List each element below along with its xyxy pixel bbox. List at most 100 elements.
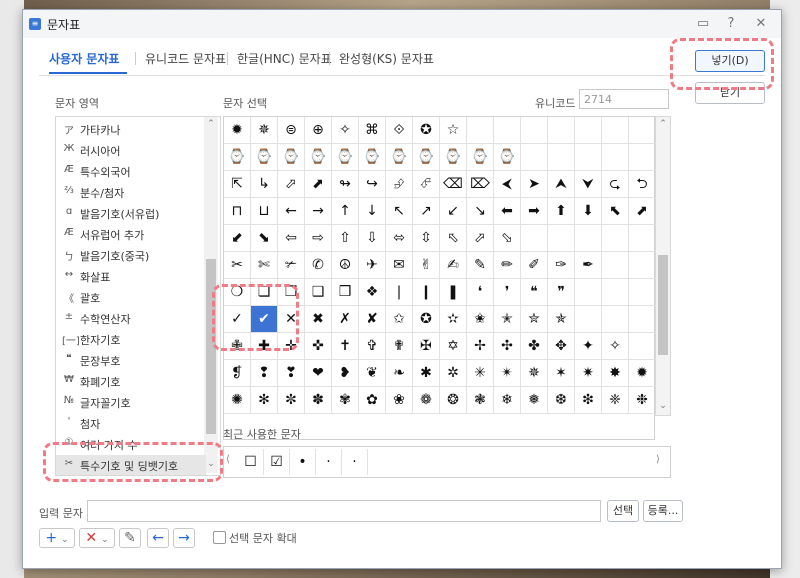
char-cell[interactable]: ✫ bbox=[440, 306, 467, 333]
char-cell[interactable]: ✍ bbox=[440, 252, 467, 279]
char-cell[interactable]: ✽ bbox=[305, 387, 332, 414]
input-char-field[interactable] bbox=[87, 500, 601, 522]
char-cell[interactable]: ↳ bbox=[251, 171, 278, 198]
char-cell[interactable]: ⬀ bbox=[278, 171, 305, 198]
char-cell[interactable]: ✼ bbox=[278, 387, 305, 414]
add-button[interactable]: + ⌄ bbox=[39, 528, 75, 548]
char-cell[interactable]: ✦ bbox=[575, 333, 602, 360]
char-cell[interactable]: ✻ bbox=[251, 387, 278, 414]
char-cell[interactable]: ✓ bbox=[224, 306, 251, 333]
char-grid-scrollbar[interactable]: ⌃ ⌄ bbox=[655, 116, 671, 416]
char-cell[interactable] bbox=[467, 117, 494, 144]
char-cell[interactable]: ⬈ bbox=[305, 171, 332, 198]
char-cell[interactable]: ❞ bbox=[548, 279, 575, 306]
char-cell[interactable] bbox=[629, 279, 656, 306]
char-cell[interactable]: ✚ bbox=[251, 333, 278, 360]
char-cell[interactable]: ❐ bbox=[278, 279, 305, 306]
area-item[interactable]: 《 괄호 bbox=[56, 287, 206, 307]
char-cell[interactable]: ❥ bbox=[332, 360, 359, 387]
char-cell[interactable]: ⌦ bbox=[467, 171, 494, 198]
char-cell[interactable]: ❙ bbox=[413, 279, 440, 306]
char-cell[interactable]: ❢ bbox=[251, 360, 278, 387]
char-cell[interactable] bbox=[548, 225, 575, 252]
char-cell[interactable]: ⇨ bbox=[305, 225, 332, 252]
char-cell[interactable]: ✪ bbox=[413, 306, 440, 333]
char-cell[interactable]: ✢ bbox=[467, 333, 494, 360]
char-cell[interactable]: ⮟ bbox=[575, 171, 602, 198]
area-item[interactable]: Ж 러시아어 bbox=[56, 140, 206, 160]
char-cell[interactable]: ✧ bbox=[332, 117, 359, 144]
char-cell[interactable] bbox=[602, 279, 629, 306]
char-cell[interactable]: ⇦ bbox=[278, 225, 305, 252]
char-cell[interactable]: ⬆ bbox=[548, 198, 575, 225]
char-cell[interactable]: ❦ bbox=[359, 360, 386, 387]
char-cell[interactable]: ➡ bbox=[521, 198, 548, 225]
char-cell[interactable] bbox=[575, 306, 602, 333]
char-cell[interactable]: ⬈ bbox=[629, 198, 656, 225]
char-cell[interactable]: ✿ bbox=[359, 387, 386, 414]
tab-ks-charmap[interactable]: 완성형(KS) 문자표 bbox=[339, 50, 434, 67]
char-cell[interactable]: ⇩ bbox=[359, 225, 386, 252]
area-item[interactable]: ± 수학연산자 bbox=[56, 308, 206, 328]
recent-chars[interactable]: ⟨ ⟩ ☐ ☑ • · · bbox=[223, 446, 671, 478]
recent-prev-icon[interactable]: ⟨ bbox=[226, 454, 230, 465]
char-cell[interactable]: ⮝ bbox=[548, 171, 575, 198]
char-cell[interactable]: ✑ bbox=[548, 252, 575, 279]
char-cell[interactable]: ✾ bbox=[332, 387, 359, 414]
char-cell[interactable]: ✣ bbox=[494, 333, 521, 360]
char-cell[interactable]: ❏ bbox=[251, 279, 278, 306]
area-item[interactable]: Æ 특수외국어 bbox=[56, 161, 206, 181]
char-cell[interactable]: ✮ bbox=[521, 306, 548, 333]
char-cell[interactable]: ✧ bbox=[602, 333, 629, 360]
char-cell[interactable]: ❧ bbox=[386, 360, 413, 387]
char-cell[interactable] bbox=[602, 117, 629, 144]
char-cell[interactable]: ⌚ bbox=[494, 144, 521, 171]
char-cell[interactable]: ❈ bbox=[602, 387, 629, 414]
char-cell[interactable]: ✈ bbox=[359, 252, 386, 279]
area-item[interactable]: ɑ 발음기호(서유럽) bbox=[56, 203, 206, 223]
char-cell[interactable] bbox=[602, 252, 629, 279]
char-cell[interactable] bbox=[602, 225, 629, 252]
char-cell[interactable]: ✂ bbox=[224, 252, 251, 279]
char-cell[interactable]: ✶ bbox=[548, 360, 575, 387]
area-item[interactable]: ❝ 문장부호 bbox=[56, 350, 206, 370]
area-item[interactable]: ア 가타카나 bbox=[56, 119, 206, 139]
close-icon[interactable]: ✕ bbox=[751, 14, 771, 34]
char-cell[interactable]: ⮎ bbox=[602, 171, 629, 198]
char-cell[interactable]: ⌚ bbox=[224, 144, 251, 171]
char-cell[interactable]: ↬ bbox=[332, 171, 359, 198]
char-cell[interactable]: ✵ bbox=[521, 360, 548, 387]
char-cell[interactable] bbox=[575, 225, 602, 252]
char-cell[interactable]: ❑ bbox=[305, 279, 332, 306]
char-cell[interactable]: ❄ bbox=[494, 387, 521, 414]
grid-scroll-down-icon[interactable]: ⌄ bbox=[656, 399, 670, 413]
area-item[interactable]: ' 첨자 bbox=[56, 413, 206, 433]
char-cell[interactable]: ✉ bbox=[386, 252, 413, 279]
zoom-selected-checkbox[interactable] bbox=[213, 531, 226, 544]
char-cell[interactable]: ❇ bbox=[575, 387, 602, 414]
char-cell[interactable]: ⮵ bbox=[386, 171, 413, 198]
char-cell[interactable]: ❘ bbox=[386, 279, 413, 306]
char-cell[interactable]: ⌚ bbox=[278, 144, 305, 171]
char-cell[interactable]: ↙ bbox=[440, 198, 467, 225]
char-cell[interactable]: ✠ bbox=[413, 333, 440, 360]
char-cell[interactable] bbox=[602, 144, 629, 171]
recent-char-cell[interactable]: · bbox=[342, 449, 368, 475]
char-cell[interactable]: ⊔ bbox=[251, 198, 278, 225]
delete-button[interactable]: ✕ ⌄ bbox=[79, 528, 115, 548]
char-cell[interactable] bbox=[629, 333, 656, 360]
char-cell[interactable]: ✌ bbox=[413, 252, 440, 279]
char-cell[interactable]: ⌚ bbox=[467, 144, 494, 171]
char-cell[interactable]: ❒ bbox=[332, 279, 359, 306]
char-grid[interactable]: ✹ ✵ ⊜ ⊕ ✧ ⌘ ⟐ ✪ ☆ ⌚ ⌚ ⌚ ⌚ ⌚ ⌚ ⌚ ⌚ ⌚ ⌚ ⌚ ⇱ ↳ ⬀ ⬈ ↬ ↪ ⮵ ⮶ ⌫ ⌦ ⮜ ➤ ⮝ ⮟ ⮎ ⮌ ⊓ ⊔ ← →… bbox=[223, 116, 656, 440]
char-cell[interactable]: ✜ bbox=[305, 333, 332, 360]
char-cell[interactable]: ❍ bbox=[224, 279, 251, 306]
char-cell[interactable]: ❝ bbox=[521, 279, 548, 306]
char-cell[interactable]: ✐ bbox=[521, 252, 548, 279]
char-cell[interactable]: ✖ bbox=[305, 306, 332, 333]
char-cell[interactable]: ✷ bbox=[575, 360, 602, 387]
char-cell[interactable]: ⬀ bbox=[467, 225, 494, 252]
help-button[interactable]: ? bbox=[721, 14, 741, 34]
area-item[interactable]: ㄅ 발음기호(중국) bbox=[56, 245, 206, 265]
area-item[interactable]: ⅔ 분수/첨자 bbox=[56, 182, 206, 202]
